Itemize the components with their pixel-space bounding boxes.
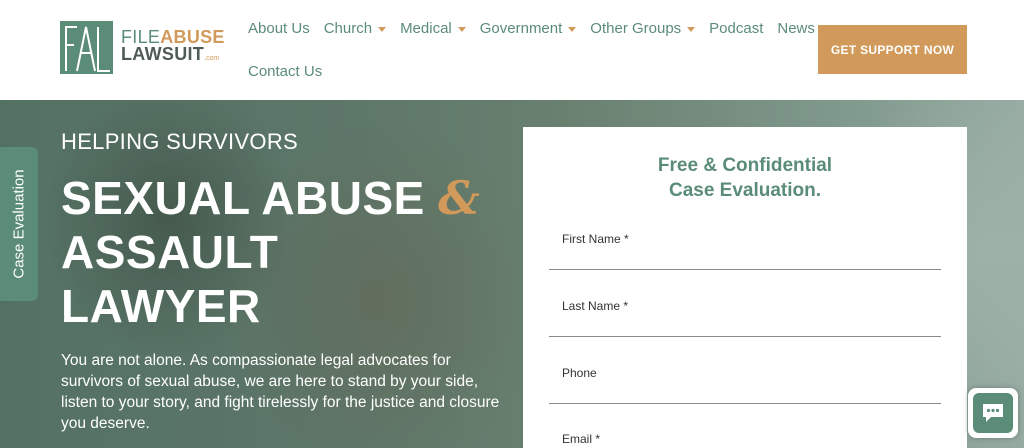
nav-label: Contact Us	[248, 62, 323, 80]
nav-label: Podcast	[709, 19, 764, 37]
chat-widget-button[interactable]	[968, 388, 1018, 438]
hero-title-line1: SEXUAL ABUSE	[61, 172, 439, 224]
main-nav: About Us Church Medical Government Other…	[248, 18, 815, 81]
case-evaluation-tab[interactable]: Case Evaluation	[0, 147, 38, 301]
caret-down-icon	[457, 26, 466, 32]
caret-down-icon	[568, 26, 577, 32]
nav-item-church[interactable]: Church	[323, 19, 387, 37]
hero-kicker: HELPING SURVIVORS	[61, 129, 298, 154]
nav-label: About Us	[248, 19, 310, 37]
logo-monogram	[60, 21, 113, 74]
nav-item-podcast[interactable]: Podcast	[709, 20, 763, 37]
nav-item-news[interactable]: News	[777, 20, 815, 37]
last-name-input[interactable]	[549, 299, 941, 336]
form-title-line1: Free & Confidential	[657, 155, 833, 176]
first-name-input[interactable]	[549, 232, 941, 269]
email-input[interactable]	[549, 432, 941, 448]
nav-item-about-us[interactable]: About Us	[248, 20, 310, 37]
last-name-field[interactable]: Last Name *	[549, 299, 941, 337]
hero-title-line3: LAWYER	[61, 280, 261, 332]
logo-suffix: .com	[204, 54, 220, 62]
hero-title: SEXUAL ABUSE & ASSAULT LAWYER	[61, 171, 521, 333]
nav-label: Church	[323, 19, 373, 37]
site-logo[interactable]: FILEABUSE LAWSUIT.com	[60, 21, 225, 74]
nav-label: Government	[479, 19, 563, 37]
hero-title-ampersand: &	[438, 171, 481, 225]
logo-wordmark: FILEABUSE LAWSUIT.com	[121, 28, 225, 67]
caret-down-icon	[378, 26, 387, 32]
nav-item-medical[interactable]: Medical	[400, 20, 466, 37]
site-header: FILEABUSE LAWSUIT.com About Us Church Me…	[0, 0, 1024, 100]
caret-down-icon	[687, 26, 696, 32]
form-title-line2: Case Evaluation.	[668, 180, 822, 201]
first-name-field[interactable]: First Name *	[549, 232, 941, 270]
email-field[interactable]: Email *	[549, 432, 941, 448]
logo-word-lawsuit: LAWSUIT	[121, 43, 205, 64]
case-evaluation-tab-label: Case Evaluation	[10, 169, 28, 279]
nav-label: Other Groups	[590, 19, 682, 37]
form-title: Free & Confidential Case Evaluation.	[523, 153, 967, 203]
chat-bubble-icon	[973, 393, 1013, 433]
get-support-button[interactable]: GET SUPPORT NOW	[818, 25, 967, 74]
case-evaluation-form: Free & Confidential Case Evaluation. Fir…	[523, 127, 967, 448]
hero-title-line2: ASSAULT	[61, 226, 279, 278]
nav-item-government[interactable]: Government	[480, 20, 577, 37]
nav-item-other-groups[interactable]: Other Groups	[590, 19, 696, 37]
nav-item-contact-us[interactable]: Contact Us	[248, 63, 322, 80]
hero-description: You are not alone. As compassionate lega…	[61, 352, 500, 432]
phone-field[interactable]: Phone	[549, 366, 941, 404]
nav-label: Medical	[400, 19, 452, 37]
nav-label: News	[777, 19, 815, 37]
phone-input[interactable]	[549, 366, 941, 403]
